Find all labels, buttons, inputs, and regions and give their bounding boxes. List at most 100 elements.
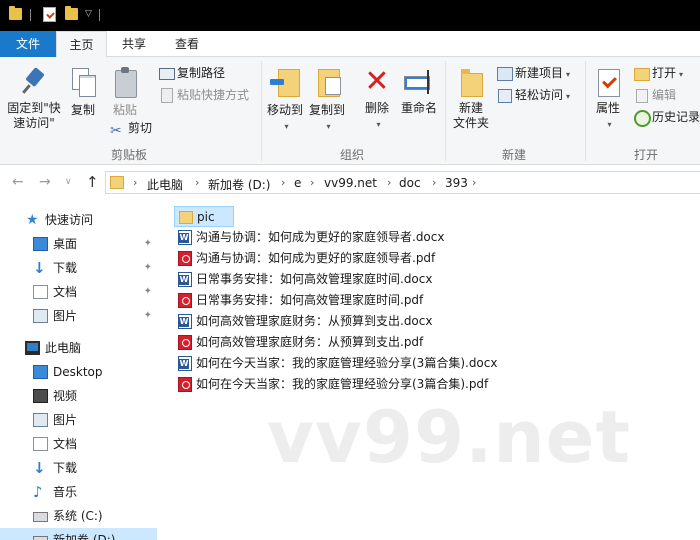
forward-arrow-icon[interactable]: → xyxy=(39,174,51,190)
clipboard-group-label: 剪贴板 xyxy=(111,148,148,162)
breadcrumb-item[interactable]: doc xyxy=(399,176,421,190)
nav-item-downloads-pc[interactable]: ↓ 下载 xyxy=(0,456,157,480)
chevron-right-icon[interactable]: › xyxy=(195,176,199,189)
easy-access-icon xyxy=(497,88,512,103)
folder-icon xyxy=(9,6,22,20)
pin-icon[interactable]: ✦ xyxy=(144,280,152,304)
organize-group-label: 组织 xyxy=(340,148,365,162)
pin-quick-access-button[interactable]: 固定到"快速访问" xyxy=(4,67,64,131)
navigation-pane: ★ 快速访问 桌面 ✦ ↓ 下载 ✦ 文档 ✦ 图片 ✦ 此电脑 Desktop… xyxy=(0,200,157,540)
paste-button[interactable]: 粘贴 xyxy=(108,67,142,118)
nav-this-pc[interactable]: 此电脑 xyxy=(0,336,157,360)
folder-icon xyxy=(110,176,124,189)
copy-to-button[interactable]: 复制到 ▾ xyxy=(306,67,348,134)
nav-item-downloads[interactable]: ↓ 下载 ✦ xyxy=(0,256,157,280)
recent-locations-chevron-icon[interactable]: ∨ xyxy=(65,177,72,187)
breadcrumb-item[interactable]: 此电脑 xyxy=(147,176,183,193)
pin-icon[interactable]: ✦ xyxy=(144,256,152,280)
open-group-label: 打开 xyxy=(634,148,659,162)
pin-icon[interactable]: ✦ xyxy=(144,304,152,328)
file-name: 如何在今天当家：我的家庭管理经验分享(3篇合集).pdf xyxy=(196,377,489,391)
copy-icon xyxy=(70,67,96,99)
breadcrumb-item[interactable]: vv99.net xyxy=(324,176,377,190)
up-arrow-icon[interactable]: ↑ xyxy=(86,173,99,191)
properties-button[interactable]: 属性 ▾ xyxy=(590,67,626,132)
edit-label: 编辑 xyxy=(652,88,677,102)
new-folder-button[interactable]: 新建 文件夹 xyxy=(450,67,492,131)
watermark: vv99.net xyxy=(267,395,631,479)
new-item-button[interactable]: 新建项目 ▾ xyxy=(497,63,570,83)
group-divider xyxy=(585,61,586,161)
pin-quick-access-label: 固定到"快速访问" xyxy=(7,101,61,130)
documents-icon xyxy=(33,437,48,451)
desktop-icon xyxy=(33,365,48,379)
pin-icon[interactable]: ✦ xyxy=(144,232,152,256)
move-to-button[interactable]: 移动到 ▾ xyxy=(264,67,306,134)
list-item-folder[interactable]: pic xyxy=(174,206,234,227)
copy-path-button[interactable]: 复制路径 xyxy=(159,63,225,83)
easy-access-button[interactable]: 轻松访问 ▾ xyxy=(497,85,570,105)
address-bar[interactable]: › 此电脑 › 新加卷 (D:) › e › vv99.net › doc › … xyxy=(105,171,700,194)
move-to-icon xyxy=(270,67,300,99)
nav-label: 下载 xyxy=(53,261,78,275)
breadcrumb-item[interactable]: 新加卷 (D:) xyxy=(208,176,270,193)
nav-label: 视频 xyxy=(53,389,78,403)
nav-item-documents-pc[interactable]: 文档 xyxy=(0,432,157,456)
cut-button[interactable]: ✂ 剪切 xyxy=(110,118,152,138)
nav-quick-access[interactable]: ★ 快速访问 xyxy=(0,208,157,232)
documents-icon xyxy=(33,285,48,299)
file-name: 如何高效管理家庭财务：从预算到支出.pdf xyxy=(196,335,424,349)
video-icon xyxy=(33,389,48,403)
pdf-icon xyxy=(178,335,192,350)
breadcrumb-item[interactable]: 393 xyxy=(445,176,468,190)
paste-shortcut-label: 粘贴快捷方式 xyxy=(177,88,250,102)
dropdown-arrow-icon: ▾ xyxy=(326,122,331,131)
tab-file[interactable]: 文件 xyxy=(0,31,56,57)
navigation-bar: ← → ∨ ↑ › 此电脑 › 新加卷 (D:) › e › vv99.net … xyxy=(0,165,700,200)
nav-item-drive-d[interactable]: 新加卷 (D:) xyxy=(0,528,157,540)
open-button[interactable]: 打开 ▾ xyxy=(634,63,683,83)
tab-share[interactable]: 共享 xyxy=(110,31,158,57)
paste-shortcut-button[interactable]: 粘贴快捷方式 xyxy=(159,85,249,105)
properties-quick-icon[interactable] xyxy=(43,7,56,22)
nav-item-pictures[interactable]: 图片 ✦ xyxy=(0,304,157,328)
nav-item-videos[interactable]: 视频 xyxy=(0,384,157,408)
history-icon xyxy=(634,110,651,127)
pdf-icon xyxy=(178,251,192,266)
chevron-right-icon[interactable]: › xyxy=(281,176,285,189)
delete-button[interactable]: ✕ 删除 ▾ xyxy=(360,67,394,132)
tab-view[interactable]: 查看 xyxy=(163,31,211,57)
breadcrumb-item[interactable]: e xyxy=(294,176,301,190)
chevron-right-icon[interactable]: › xyxy=(310,176,314,189)
chevron-right-icon[interactable]: › xyxy=(133,176,137,189)
rename-button[interactable]: 重命名 xyxy=(398,67,440,116)
dropdown-arrow-icon: ▾ xyxy=(376,120,381,129)
move-to-label: 移动到 xyxy=(266,103,303,117)
download-arrow-icon: ↓ xyxy=(33,459,46,477)
nav-item-drive-c[interactable]: 系统 (C:) xyxy=(0,504,157,528)
drive-icon xyxy=(33,536,48,540)
paste-label: 粘贴 xyxy=(112,103,137,117)
customize-quick-access-icon[interactable]: ▽ xyxy=(85,9,92,19)
paste-icon xyxy=(112,67,138,99)
copy-label: 复制 xyxy=(70,103,95,117)
nav-item-pictures-pc[interactable]: 图片 xyxy=(0,408,157,432)
chevron-right-icon[interactable]: › xyxy=(432,176,436,189)
chevron-right-icon[interactable]: › xyxy=(472,176,476,189)
tab-home[interactable]: 主页 xyxy=(56,31,107,58)
nav-item-desktop[interactable]: 桌面 ✦ xyxy=(0,232,157,256)
computer-icon xyxy=(25,341,40,355)
dropdown-arrow-icon: ▾ xyxy=(566,92,571,101)
history-button[interactable]: 历史记录 xyxy=(634,107,700,127)
nav-item-documents[interactable]: 文档 ✦ xyxy=(0,280,157,304)
open-icon xyxy=(634,66,650,81)
chevron-right-icon[interactable]: › xyxy=(387,176,391,189)
nav-item-music[interactable]: ♪ 音乐 xyxy=(0,480,157,504)
new-folder-icon xyxy=(458,67,484,97)
nav-item-desktop-pc[interactable]: Desktop xyxy=(0,360,157,384)
copy-button[interactable]: 复制 xyxy=(66,67,100,118)
edit-button[interactable]: 编辑 xyxy=(634,85,676,105)
nav-label: 文档 xyxy=(53,285,78,299)
new-folder-quick-icon[interactable] xyxy=(65,6,78,20)
back-arrow-icon[interactable]: ← xyxy=(12,174,24,190)
